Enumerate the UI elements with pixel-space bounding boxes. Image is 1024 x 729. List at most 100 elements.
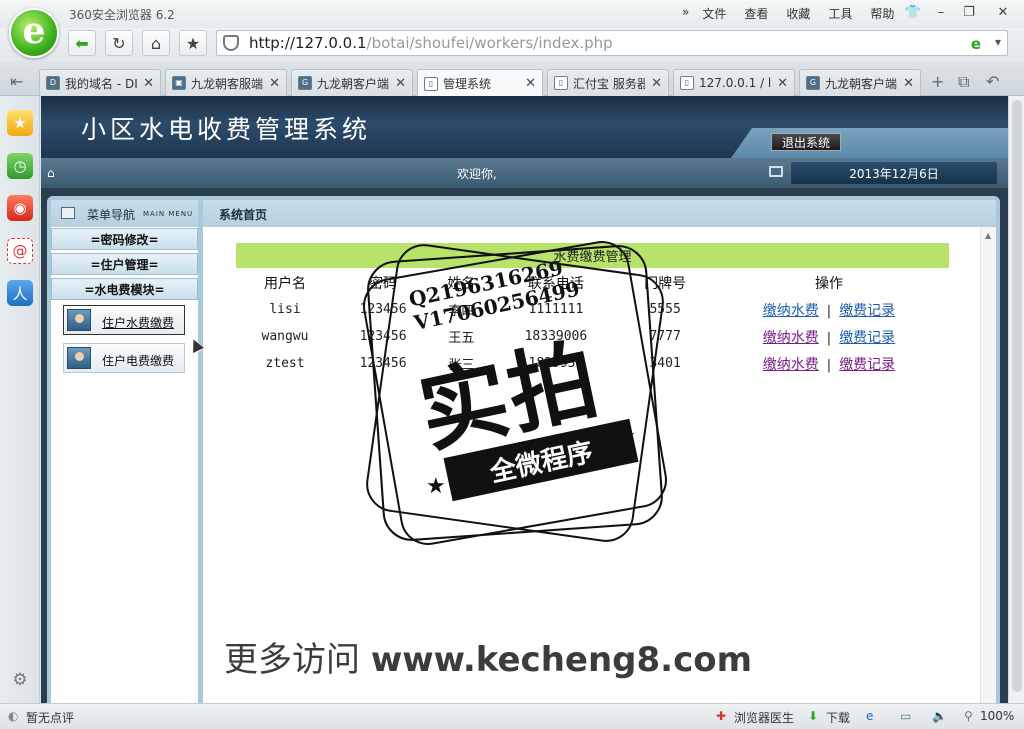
cell-actions: 缴纳水费 | 缴费记录 [709, 296, 949, 323]
url-text[interactable]: http://127.0.0.1/botai/shoufei/workers/i… [249, 34, 613, 52]
close-window-button[interactable]: ✕ [992, 2, 1014, 22]
footer-prefix: 更多访问 [224, 640, 360, 680]
favorite-button[interactable]: ★ [179, 30, 207, 56]
cell-username: wangwu [261, 329, 309, 344]
settings-gear-icon[interactable]: ⚙ [7, 667, 33, 693]
tab-label: 127.0.0.1 / lo [699, 76, 772, 90]
tab-localhost[interactable]: ▯ 127.0.0.1 / lo ✕ [673, 69, 795, 96]
cell-name: 李四 [448, 304, 475, 319]
menu-tools[interactable]: 工具 [819, 5, 861, 22]
tab-admin-system[interactable]: ▯ 管理系统 ✕ [417, 69, 543, 97]
water-fee-table: 用户名 密码 姓名 联系电话 门牌号 操作 lisi 123456 李四 111… [236, 270, 949, 377]
chevron-down-icon[interactable]: ▾ [995, 35, 1001, 49]
scroll-up-icon[interactable]: ▲ [985, 231, 991, 240]
col-username: 用户名 [264, 276, 307, 292]
tab-client-2[interactable]: G 九龙朝客户端 ✕ [799, 69, 921, 96]
nav-resident-management[interactable]: =住户管理= [51, 253, 198, 275]
pay-water-link[interactable]: 缴纳水费 [763, 357, 819, 373]
close-tab-icon[interactable]: ✕ [525, 76, 536, 91]
minimize-button[interactable]: – [930, 2, 952, 22]
undo-close-icon[interactable]: ↶ [986, 72, 999, 91]
menu-help[interactable]: 帮助 [861, 5, 903, 22]
new-tab-icon[interactable]: + [931, 72, 944, 91]
browser-logo-icon[interactable]: e [9, 8, 59, 58]
close-tab-icon[interactable]: ✕ [651, 76, 662, 91]
close-tab-icon[interactable]: ✕ [395, 76, 406, 91]
ie-icon[interactable]: e [866, 709, 873, 723]
tab-favicon: ▯ [424, 76, 438, 91]
close-tab-icon[interactable]: ✕ [777, 76, 788, 91]
cell-password: 123456 [359, 329, 407, 344]
close-tab-icon[interactable]: ✕ [903, 76, 914, 91]
tab-favicon: ▯ [554, 76, 568, 90]
col-name: 姓名 [447, 276, 476, 292]
main-header: 系统首页 [203, 200, 996, 227]
nav-water-payment[interactable]: 住户水费缴费 [63, 305, 185, 335]
sidebar-toggle-icon[interactable]: ⇤ [10, 72, 23, 91]
security-shield-icon[interactable] [223, 35, 239, 51]
tab-domain[interactable]: D 我的域名 - DI ✕ [39, 69, 161, 96]
logout-button[interactable]: 退出系统 [771, 133, 841, 151]
pay-water-link[interactable]: 缴纳水费 [763, 303, 819, 319]
browser-scrollbar[interactable] [1008, 96, 1024, 703]
section-title: 水费缴费管理 [236, 243, 949, 268]
close-tab-icon[interactable]: ✕ [143, 76, 154, 91]
skin-icon[interactable]: 👕 [902, 2, 924, 22]
history-clock-icon[interactable]: ◷ [7, 153, 33, 179]
pay-water-link[interactable]: 缴纳水费 [763, 330, 819, 346]
welcome-bar: ⌂ 欢迎你, 2013年12月6日 [41, 158, 1008, 188]
scrollbar-thumb[interactable] [1012, 100, 1022, 692]
volume-icon[interactable]: 🔈 [932, 709, 947, 723]
address-bar[interactable]: http://127.0.0.1/botai/shoufei/workers/i… [216, 30, 1008, 56]
cell-door: 7777 [649, 329, 681, 344]
cell-door: 3401 [649, 356, 681, 371]
weibo-icon[interactable]: ◉ [7, 195, 33, 221]
download-label[interactable]: 下载 [826, 709, 850, 726]
table-row: lisi 123456 李四 1111111 5555 缴纳水费 | 缴费记录 [236, 296, 949, 323]
tab-list-icon[interactable]: ⧉ [958, 72, 969, 92]
separator: | [826, 357, 832, 373]
favorites-star-icon[interactable]: ★ [7, 110, 33, 136]
mail-icon[interactable]: @ [7, 238, 33, 264]
tab-favicon: G [298, 76, 312, 90]
ie-mode-icon[interactable]: e [971, 35, 981, 53]
refresh-button[interactable]: ↻ [105, 30, 133, 56]
table-header-row: 用户名 密码 姓名 联系电话 门牌号 操作 [236, 270, 949, 296]
status-comment[interactable]: 暂无点评 [26, 709, 74, 726]
zoom-level[interactable]: 100% [980, 709, 1014, 723]
content-scrollbar[interactable]: ▲ [980, 227, 996, 703]
tab-favicon: ▯ [680, 76, 694, 90]
browser-menu: » 文件 查看 收藏 工具 帮助 [678, 5, 903, 22]
home-button[interactable]: ⌂ [142, 30, 170, 56]
payment-history-link[interactable]: 缴费记录 [839, 303, 895, 319]
tab-kf[interactable]: ▣ 九龙朝客服端 ✕ [165, 69, 287, 96]
close-tab-icon[interactable]: ✕ [269, 76, 280, 91]
home-icon[interactable]: ⌂ [47, 166, 61, 180]
nav-electric-payment[interactable]: 住户电费缴费 [63, 343, 185, 373]
cell-password: 123456 [359, 356, 407, 371]
restore-button[interactable]: ❐ [958, 2, 980, 22]
col-door: 门牌号 [644, 276, 687, 292]
nav-utility-module[interactable]: =水电费模块= [51, 278, 198, 300]
menu-favorites[interactable]: 收藏 [777, 5, 819, 22]
menu-file[interactable]: 文件 [693, 5, 735, 22]
window-icon[interactable]: ▭ [900, 709, 911, 723]
nav-password-change[interactable]: =密码修改= [51, 228, 198, 250]
payment-history-link[interactable]: 缴费记录 [839, 330, 895, 346]
menu-icon [61, 207, 75, 219]
tab-huifubao[interactable]: ▯ 汇付宝 服务器 ✕ [547, 69, 669, 96]
payment-history-link[interactable]: 缴费记录 [839, 357, 895, 373]
tab-label: 管理系统 [443, 77, 492, 91]
zoom-icon: ⚲ [964, 709, 973, 723]
people-icon[interactable]: 人 [7, 280, 33, 306]
back-button[interactable]: ⬅ [68, 30, 96, 56]
breadcrumb[interactable]: 系统首页 [219, 206, 267, 223]
tab-client-1[interactable]: G 九龙朝客户端 ✕ [291, 69, 413, 96]
menu-view[interactable]: 查看 [735, 5, 777, 22]
browser-doctor[interactable]: 浏览器医生 [734, 709, 794, 726]
expand-icon[interactable]: » [678, 5, 693, 22]
separator: | [826, 330, 832, 346]
content-frame: 菜单导航 MAIN MENU =密码修改= =住户管理= =水电费模块= 住户水… [47, 196, 1000, 703]
cell-phone: 1829936 [528, 356, 584, 371]
main-panel: 系统首页 水费缴费管理 用户名 密码 姓名 联系电话 门牌号 操作 lisi 1… [203, 200, 996, 703]
